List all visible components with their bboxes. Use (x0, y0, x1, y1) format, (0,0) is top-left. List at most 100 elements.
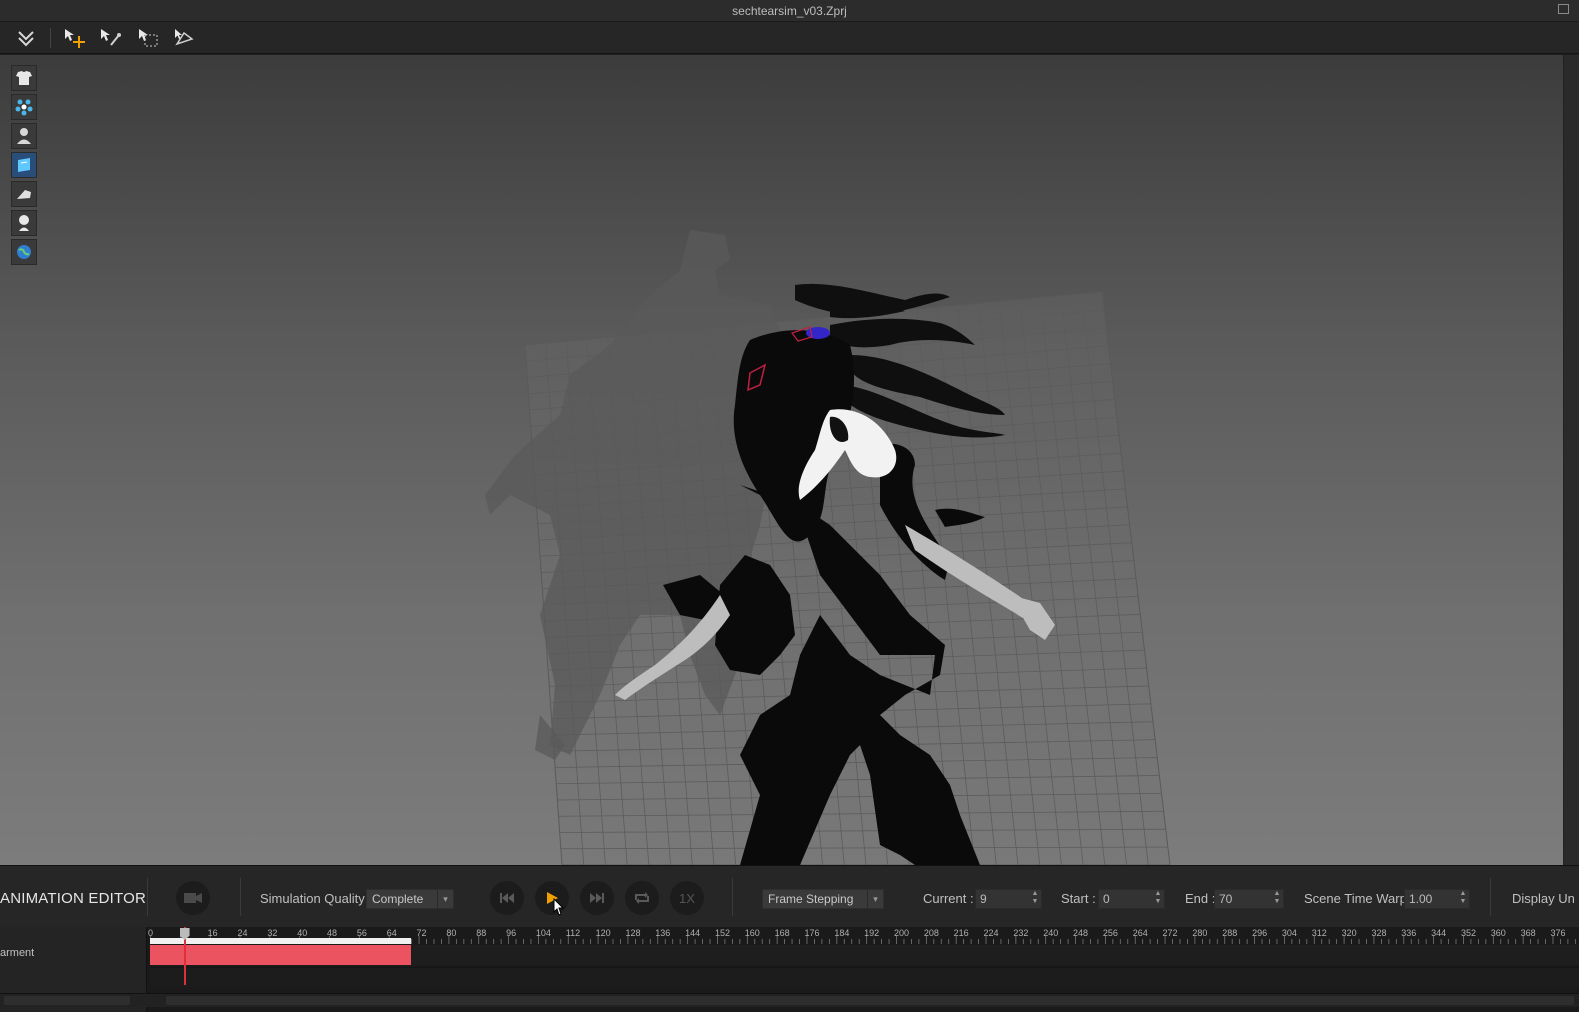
skip-to-end-button[interactable] (580, 881, 614, 915)
playback-speed-button[interactable]: 1X (670, 881, 704, 915)
display-units-label[interactable]: Display Un (1512, 891, 1575, 906)
empty-track-row (150, 967, 1579, 987)
restore-window-icon[interactable] (1558, 4, 1569, 14)
frame-mode-select[interactable]: Frame Stepping ▾ (762, 889, 884, 909)
avatar-silhouette-icon[interactable] (11, 210, 37, 236)
avatar-icon[interactable] (11, 123, 37, 149)
3d-viewport[interactable] (0, 55, 1564, 865)
edit-pattern-icon[interactable] (96, 25, 124, 51)
ruler-tick-label: 272 (1162, 928, 1178, 938)
particle-icon[interactable] (11, 94, 37, 120)
pin-icon[interactable] (170, 25, 198, 51)
separator (1490, 878, 1491, 916)
skip-to-start-button[interactable] (490, 881, 524, 915)
skip-back-icon (500, 893, 514, 903)
separator (240, 878, 241, 916)
ruler-tick-label: 96 (506, 928, 517, 938)
ruler-tick-label: 312 (1311, 928, 1327, 938)
ruler-tick-label: 0 (148, 928, 154, 938)
ruler-tick-label: 320 (1341, 928, 1357, 938)
side-toolbar (11, 65, 38, 268)
ruler-tick-label: 256 (1102, 928, 1118, 938)
play-button[interactable] (535, 881, 569, 916)
animation-editor-title: ANIMATION EDITOR (0, 890, 146, 907)
ruler-tick-label: 160 (744, 928, 760, 938)
ruler-tick-label: 136 (655, 928, 671, 938)
spinner-arrows-icon[interactable]: ▲ ▼ (1029, 890, 1041, 908)
window-title: sechtearsim_v03.Zprj (732, 4, 847, 18)
record-camera-icon[interactable] (176, 881, 210, 915)
spinner-arrows-icon[interactable]: ▲ ▼ (1457, 890, 1469, 908)
ruler-tick-label: 128 (625, 928, 641, 938)
ruler-tick-label: 224 (983, 928, 999, 938)
ruler-tick-label: 88 (476, 928, 487, 938)
pattern-2d-icon[interactable] (11, 152, 37, 178)
ruler-tick-label: 176 (804, 928, 820, 938)
garment-track[interactable] (150, 945, 1579, 965)
transform-icon[interactable] (134, 25, 162, 51)
timeline[interactable]: arment 0 16 24 32 40 48 56 64 72 80 88 96 104 112 120 1… (0, 927, 1579, 1012)
separator (732, 878, 733, 916)
simulation-quality-select[interactable]: Complete ▾ (366, 889, 454, 909)
mouse-cursor-icon (553, 898, 565, 916)
ruler-tick-label: 112 (565, 928, 581, 938)
start-frame-label: Start : (1061, 891, 1096, 906)
ruler-tick-label: 376 (1550, 928, 1566, 938)
loop-icon (635, 892, 649, 904)
ruler-tick-label: 200 (894, 928, 910, 938)
garment-icon[interactable] (11, 65, 37, 91)
current-frame-label: Current : (923, 891, 974, 906)
ruler-tick-label: 280 (1192, 928, 1208, 938)
viewport-right-edge (1564, 55, 1579, 865)
ruler-tick-label: 40 (297, 928, 308, 938)
ruler-tick-label: 64 (386, 928, 397, 938)
time-warp-field[interactable]: 1.00 ▲ ▼ (1404, 889, 1470, 909)
spinner-arrows-icon[interactable]: ▲ ▼ (1152, 890, 1164, 908)
fabric-icon[interactable] (11, 181, 37, 207)
timeline-scroll-thumb[interactable] (166, 996, 1574, 1005)
garment-clip[interactable] (150, 945, 412, 965)
playback-speed-label: 1X (679, 890, 695, 906)
ruler-tick-label: 72 (416, 928, 427, 938)
select-move-icon[interactable] (60, 25, 88, 51)
ruler-tick-label: 328 (1371, 928, 1387, 938)
track-list-scroll-thumb[interactable] (4, 996, 130, 1005)
ruler-tick-label: 192 (864, 928, 880, 938)
simulation-icon[interactable] (12, 25, 40, 51)
chevron-down-icon: ▾ (437, 890, 453, 908)
timeline-scrollbar[interactable] (0, 993, 1579, 1007)
ruler-tick-label: 360 (1490, 928, 1506, 938)
frame-mode-value: Frame Stepping (768, 892, 854, 906)
ruler-tick-label: 288 (1222, 928, 1238, 938)
chevron-down-icon: ▾ (867, 890, 883, 908)
simulation-quality-value: Complete (372, 892, 424, 906)
playback-range-bar[interactable] (150, 938, 412, 944)
spinner-arrows-icon[interactable]: ▲ ▼ (1271, 890, 1283, 908)
ruler-tick-label: 352 (1460, 928, 1476, 938)
ruler-tick-label: 56 (356, 928, 367, 938)
ruler-tick-label: 144 (685, 928, 701, 938)
environment-icon[interactable] (11, 239, 37, 265)
start-frame-field[interactable]: 0 ▲ ▼ (1098, 889, 1165, 909)
title-bar: sechtearsim_v03.Zprj (0, 0, 1579, 22)
ruler-tick-label: 24 (237, 928, 248, 938)
ruler-tick-label: 264 (1132, 928, 1148, 938)
ruler-tick-label: 336 (1401, 928, 1417, 938)
simulation-quality-label: Simulation Quality (260, 891, 365, 906)
ruler-tick-label: 184 (834, 928, 850, 938)
ruler-tick-label: 344 (1431, 928, 1447, 938)
current-frame-field[interactable]: 9 ▲ ▼ (975, 889, 1042, 909)
animation-editor-toolbar: ANIMATION EDITOR Simulation Quality Comp… (0, 865, 1579, 927)
ruler-tick-label: 104 (535, 928, 551, 938)
ruler-tick-label: 216 (953, 928, 969, 938)
current-frame-value: 9 (980, 892, 987, 906)
ruler-tick-label: 168 (774, 928, 790, 938)
ruler-tick-label: 368 (1520, 928, 1536, 938)
garment-track-label[interactable]: arment (0, 947, 34, 959)
scene-render (485, 230, 1171, 865)
toolbar-separator (50, 28, 51, 48)
ruler-tick-label: 304 (1281, 928, 1297, 938)
loop-button[interactable] (625, 881, 659, 915)
ruler-tick-label: 120 (595, 928, 611, 938)
end-frame-field[interactable]: 70 ▲ ▼ (1214, 889, 1284, 909)
